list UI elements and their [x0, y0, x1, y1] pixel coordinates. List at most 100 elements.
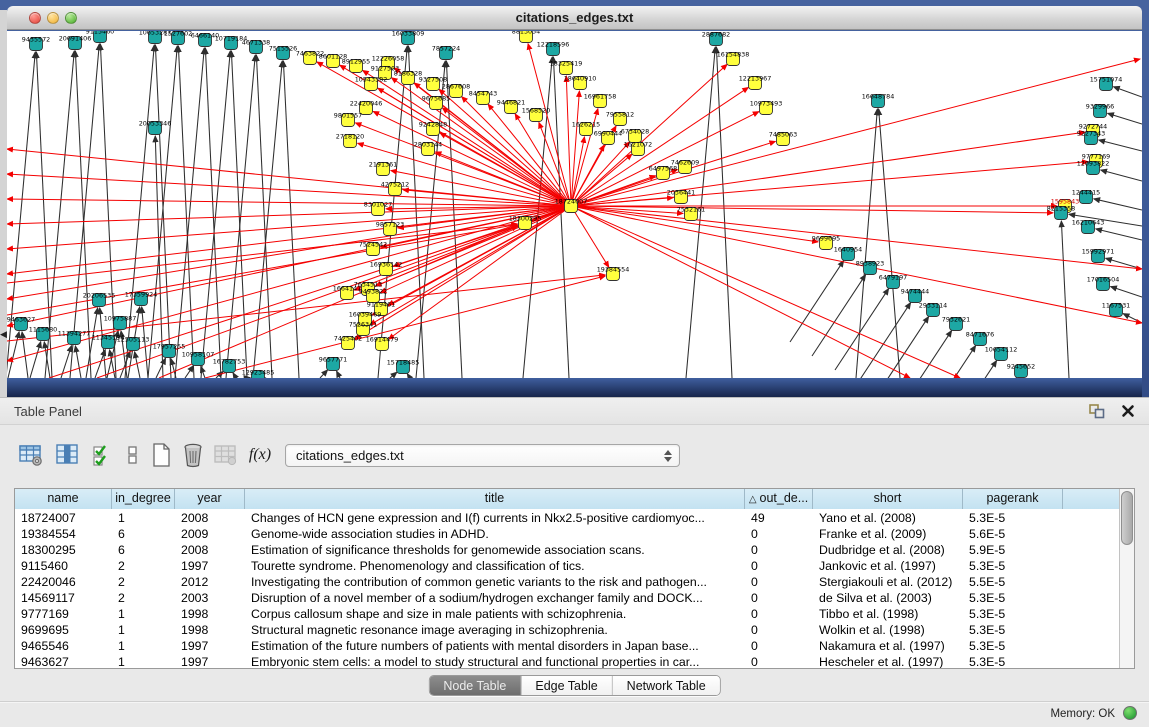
table-row[interactable]: 946362711997Embryonic stem cells: a mode…: [15, 654, 1119, 669]
table-cell: Estimation of significance thresholds fo…: [245, 542, 745, 558]
citation-edge[interactable]: [856, 109, 877, 378]
graph-node-label: 12923485: [242, 369, 275, 377]
citation-edge[interactable]: [1114, 87, 1142, 97]
column-header-year[interactable]: year: [175, 489, 245, 509]
citation-edge[interactable]: [1101, 170, 1142, 181]
table-row[interactable]: 911546021997Tourette syndrome. Phenomeno…: [15, 558, 1119, 574]
table-row[interactable]: 1872400712008Changes of HCN gene express…: [15, 510, 1119, 526]
table-cell: 5.3E-5: [963, 638, 1063, 654]
citation-edge[interactable]: [716, 47, 732, 378]
citation-edge[interactable]: [337, 371, 340, 378]
table-cell: 5.9E-5: [963, 542, 1063, 558]
citation-edge-selected[interactable]: [571, 206, 1053, 213]
status-bar: Memory: OK: [0, 701, 1149, 727]
citation-edge-selected[interactable]: [7, 275, 605, 341]
column-header-short[interactable]: short: [813, 489, 963, 509]
select-all-icon[interactable]: [88, 440, 118, 470]
window-titlebar[interactable]: citations_edges.txt: [7, 6, 1142, 30]
citation-edge[interactable]: [790, 261, 844, 342]
citation-edge[interactable]: [879, 109, 900, 378]
table-cell: 1: [112, 606, 175, 622]
table-row[interactable]: 946554611997Estimation of the future num…: [15, 638, 1119, 654]
citation-edge[interactable]: [253, 61, 282, 378]
delete-column-icon[interactable]: [178, 440, 208, 470]
column-header-title[interactable]: title: [245, 489, 745, 509]
graph-node-label: 8454743: [469, 90, 497, 98]
citation-edge-selected[interactable]: [7, 206, 571, 224]
citation-edge-selected[interactable]: [373, 111, 571, 206]
table-cell: 2008: [175, 510, 245, 526]
tab-network-table[interactable]: Network Table: [613, 676, 720, 695]
citation-edge[interactable]: [1099, 140, 1142, 151]
float-panel-icon[interactable]: [1089, 404, 1105, 419]
graph-node-label: 9446821: [497, 99, 525, 107]
citation-edge[interactable]: [283, 61, 299, 378]
column-header-pagerank[interactable]: pagerank: [963, 489, 1063, 509]
table-row[interactable]: 2242004622012Investigating the contribut…: [15, 574, 1119, 590]
graph-node-label: 18724007: [555, 198, 588, 206]
citation-edge[interactable]: [857, 303, 911, 378]
citation-edge[interactable]: [135, 352, 140, 378]
citation-edge-selected[interactable]: [7, 206, 571, 274]
scrollbar-thumb[interactable]: [1121, 491, 1133, 545]
column-header-name[interactable]: name: [15, 489, 112, 509]
column-header-out_de[interactable]: △out_de...: [745, 489, 813, 509]
citation-edge-selected[interactable]: [571, 59, 1140, 206]
citation-network-graph[interactable]: 1872400718300295193845548601128891295512…: [7, 31, 1142, 378]
select-column-icon[interactable]: [53, 440, 83, 470]
citation-edge[interactable]: [1096, 229, 1142, 240]
citation-edge[interactable]: [812, 275, 866, 356]
citation-edge[interactable]: [1094, 199, 1142, 210]
citation-edge-selected[interactable]: [566, 76, 571, 206]
graph-node-label: 7485063: [769, 131, 797, 139]
citation-edge[interactable]: [1123, 314, 1142, 323]
citation-edge[interactable]: [1061, 221, 1069, 378]
citation-edge-selected[interactable]: [571, 206, 910, 378]
citation-edge[interactable]: [148, 46, 177, 378]
table-cell: Corpus callosum shape and size in male p…: [245, 606, 745, 622]
citation-edge[interactable]: [185, 366, 193, 378]
citation-edge[interactable]: [178, 46, 194, 378]
graph-node-label: 18325419: [550, 60, 583, 68]
tab-node-table[interactable]: Node Table: [429, 676, 521, 695]
deselect-all-icon[interactable]: [118, 440, 148, 470]
graph-node-label: 9857123: [376, 221, 404, 229]
close-panel-icon[interactable]: [1121, 404, 1135, 418]
new-column-icon[interactable]: [146, 440, 176, 470]
citation-edge[interactable]: [875, 317, 929, 378]
table-row[interactable]: 977716911998Corpus callosum shape and si…: [15, 606, 1119, 622]
tab-edge-table[interactable]: Edge Table: [521, 676, 612, 695]
citation-edge[interactable]: [256, 55, 272, 378]
citation-edge[interactable]: [1111, 287, 1142, 297]
citation-edge[interactable]: [75, 346, 81, 378]
citation-edge[interactable]: [30, 342, 41, 378]
table-row[interactable]: 1938455462009Genome-wide association stu…: [15, 526, 1119, 542]
citation-edge-selected[interactable]: [380, 206, 571, 293]
citation-edge[interactable]: [320, 370, 328, 378]
citation-edge[interactable]: [1108, 113, 1142, 124]
citation-edge[interactable]: [205, 48, 221, 378]
network-canvas[interactable]: 1872400718300295193845548601128891295512…: [7, 31, 1142, 378]
table-row[interactable]: 969969511998Structural magnetic resonanc…: [15, 622, 1119, 638]
table-selector-dropdown[interactable]: citations_edges.txt: [285, 444, 680, 467]
column-header-in_degree[interactable]: in_degree: [112, 489, 175, 509]
citation-edge-selected[interactable]: [435, 152, 571, 206]
citation-edge[interactable]: [171, 359, 176, 378]
citation-edge[interactable]: [95, 350, 105, 378]
graph-node-label: 9227343: [1077, 130, 1105, 138]
citation-edge[interactable]: [125, 45, 154, 378]
citation-edge[interactable]: [156, 358, 166, 378]
citation-edge[interactable]: [70, 44, 99, 378]
table-row[interactable]: 1456911722003Disruption of a novel membe…: [15, 590, 1119, 606]
table-row[interactable]: 1830029562008Estimation of significance …: [15, 542, 1119, 558]
graph-node-label: 16154838: [717, 51, 750, 59]
citation-edge-selected[interactable]: [7, 199, 571, 206]
function-builder-icon[interactable]: f(x): [245, 440, 275, 470]
citation-edge[interactable]: [943, 361, 997, 378]
citation-edge-selected[interactable]: [571, 91, 579, 206]
citation-edge[interactable]: [201, 51, 230, 378]
scroll-left-icon[interactable]: ◀: [0, 330, 7, 339]
import-table-icon[interactable]: [16, 440, 46, 470]
memory-indicator-dot[interactable]: [1123, 706, 1137, 720]
vertical-scrollbar[interactable]: [1119, 489, 1134, 668]
